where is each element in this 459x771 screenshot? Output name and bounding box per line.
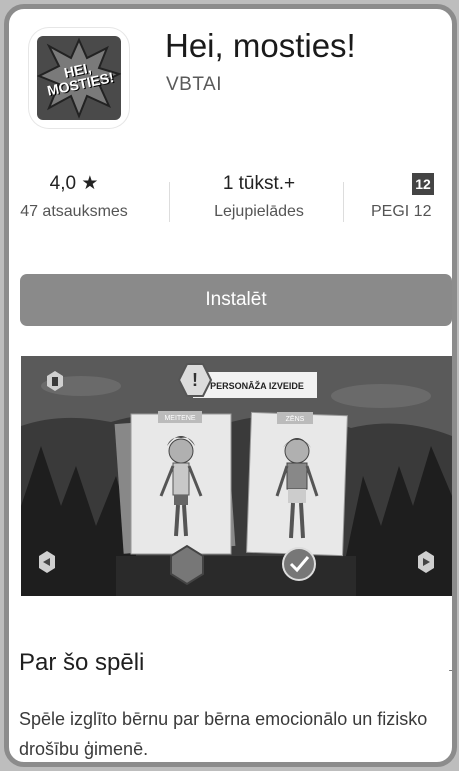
pegi-badge-icon: 12 [412, 173, 434, 195]
developer-link[interactable]: VBTAI [166, 74, 222, 96]
rating-value: 4,0 [49, 173, 77, 194]
banner-text: PERSONĀŽA IZVEIDE [210, 380, 304, 391]
pegi-label: PEGI 12 [371, 203, 432, 220]
pegi-stat[interactable]: 12 PEGI 12 [371, 171, 452, 221]
about-title[interactable]: Par šo spēli [19, 649, 144, 677]
select-boy-button[interactable] [282, 547, 316, 581]
downloads-label: Lejupielādes [214, 203, 304, 220]
svg-text:!: ! [192, 370, 198, 390]
rating-stat[interactable]: 4,0 ★ 47 atsauksmes [9, 171, 139, 221]
arrow-right-icon[interactable]: → [445, 657, 452, 680]
phone-screen: HEI, MOSTIES! Hei, mosties! VBTAI 4,0 ★ … [4, 4, 457, 767]
star-icon: ★ [81, 173, 99, 194]
install-button[interactable]: Instalēt [20, 274, 452, 326]
app-icon[interactable]: HEI, MOSTIES! [29, 28, 129, 128]
girl-tag: MEITENE [164, 415, 195, 422]
about-description: Spēle izglīto bērnu par bērna emocionālo… [19, 709, 428, 759]
stat-divider [169, 182, 170, 222]
boy-tag: ZĒNS [286, 415, 305, 423]
screenshot-carousel[interactable]: ! PERSONĀŽA IZVEIDE MEITENE ZĒNS [21, 356, 452, 596]
downloads-stat: 1 tūkst.+ Lejupielādes [189, 171, 329, 221]
app-title: Hei, mosties! [165, 27, 356, 64]
app-icon-image: HEI, MOSTIES! [37, 36, 121, 120]
stat-divider [343, 182, 344, 222]
downloads-value: 1 tūkst.+ [222, 173, 296, 194]
reviews-count: 47 atsauksmes [20, 203, 128, 220]
